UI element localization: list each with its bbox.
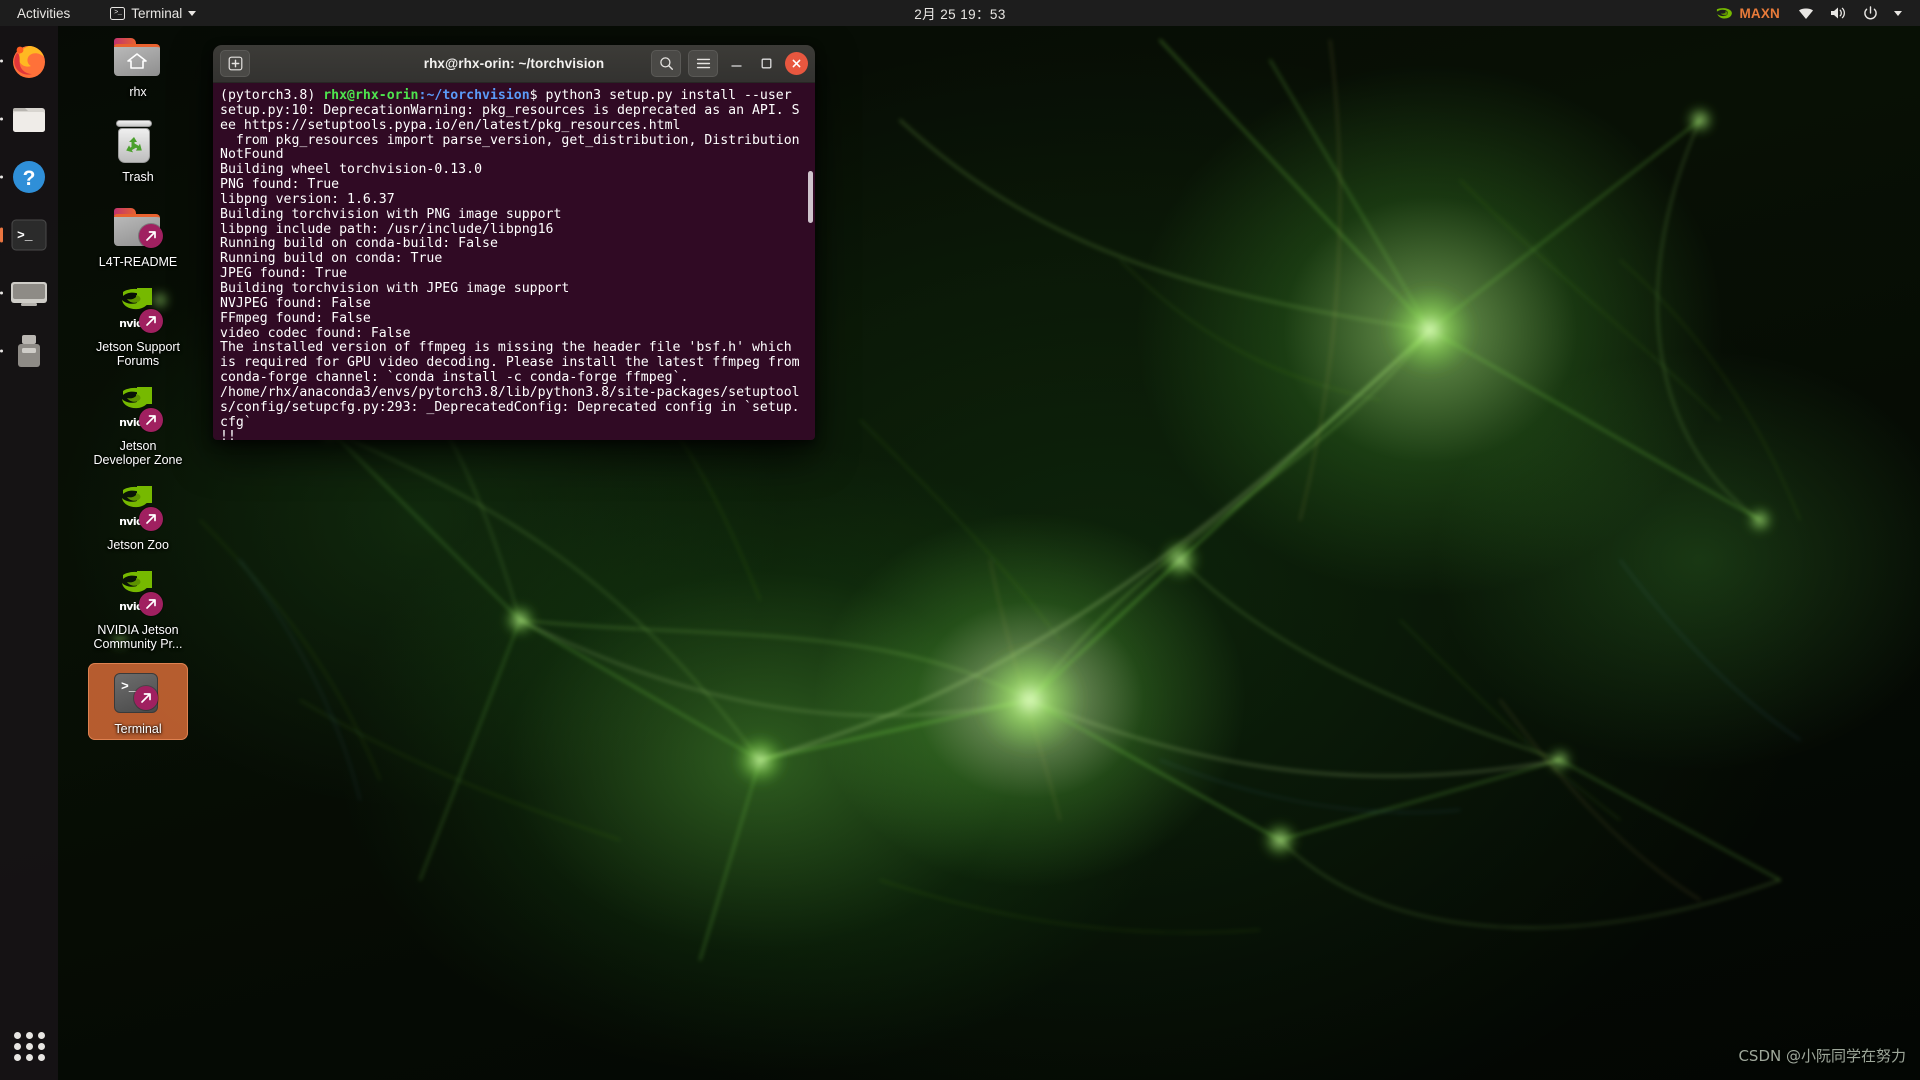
terminal-window[interactable]: rhx@rhx-orin: ~/torchvision (pytorch3.8)… [213, 45, 815, 440]
terminal-output-text: setup.py:10: DeprecationWarning: pkg_res… [220, 102, 800, 440]
link-badge-icon [139, 309, 163, 333]
system-menu-chevron-down-icon[interactable] [1886, 10, 1910, 16]
desktop-icon-jetson-developer-zone[interactable]: nvidia. Jetson Developer Zone [88, 380, 188, 471]
svg-text:?: ? [23, 167, 36, 190]
power-icon[interactable] [1855, 5, 1886, 21]
wifi-icon[interactable] [1790, 7, 1822, 20]
desktop-icon-jetson-support-forums[interactable]: nvidia. Jetson Support Forums [88, 281, 188, 372]
activities-label: Activities [17, 5, 71, 21]
new-tab-button[interactable] [220, 50, 250, 77]
power-mode-label: MAXN [1739, 5, 1780, 21]
desktop-icon-label: Jetson Support Forums [95, 340, 181, 368]
terminal-scrollbar[interactable] [808, 171, 813, 223]
new-tab-icon [228, 56, 242, 71]
prompt-env: (pytorch3.8) [220, 88, 324, 103]
recycle-icon [126, 136, 142, 152]
maximize-icon [761, 58, 772, 69]
hamburger-menu-icon [696, 58, 710, 69]
dock-running-dot [0, 349, 3, 353]
terminal-icon: >_ [110, 6, 126, 20]
dock-item-software[interactable] [0, 270, 52, 316]
link-badge-icon [134, 686, 158, 710]
link-badge-icon [139, 408, 163, 432]
help-icon: ? [13, 161, 45, 193]
maximize-button[interactable] [755, 52, 778, 75]
folder-home-icon [114, 32, 162, 80]
dock-item-files[interactable] [0, 96, 52, 142]
prompt-command: python3 setup.py install --user [545, 88, 792, 103]
dock-item-usb-drive[interactable] [0, 328, 52, 374]
menu-button[interactable] [688, 50, 718, 77]
files-icon [13, 108, 45, 132]
desktop-icon-label: Jetson Zoo [107, 538, 169, 552]
watermark: CSDN @小阮同学在努力 [1738, 1047, 1906, 1065]
trash-icon [114, 117, 162, 165]
search-icon [659, 57, 673, 71]
link-badge-icon [139, 224, 163, 248]
activities-button[interactable]: Activities [8, 0, 79, 26]
link-badge-icon [139, 507, 163, 531]
usb-drive-icon [18, 335, 40, 367]
desktop-icon-label: Terminal [114, 722, 162, 736]
desktop-icon-trash[interactable]: Trash [88, 111, 188, 188]
chevron-down-icon [188, 10, 197, 16]
close-button[interactable] [785, 52, 808, 75]
app-menu-label: Terminal [131, 5, 183, 21]
dock-item-terminal[interactable]: >_ [0, 212, 52, 258]
desktop-icon-label: rhx [129, 85, 147, 99]
svg-text:>_: >_ [17, 228, 33, 243]
terminal-link-icon: >_ [114, 669, 162, 717]
dock-running-dot [0, 291, 3, 295]
desktop-icon-terminal[interactable]: >_ Terminal [88, 663, 188, 740]
terminal-icon: >_ [11, 219, 47, 251]
minimize-icon [731, 65, 742, 67]
nvidia-link-icon: nvidia. [114, 386, 163, 434]
power-mode-indicator[interactable]: MAXN [1705, 6, 1790, 21]
folder-link-icon [114, 202, 163, 250]
top-bar: Activities >_ Terminal 2月 25 19：53 MAXN [0, 0, 1920, 26]
search-button[interactable] [651, 50, 681, 77]
dock: ? >_ [0, 26, 58, 1080]
terminal-titlebar[interactable]: rhx@rhx-orin: ~/torchvision [213, 45, 815, 83]
volume-icon[interactable] [1822, 6, 1855, 20]
nvidia-link-icon: nvidia. [114, 570, 163, 618]
prompt-symbol: $ [529, 88, 546, 103]
prompt-user-host: rhx@rhx-orin [323, 88, 419, 103]
nvidia-link-icon: nvidia. [114, 287, 163, 335]
link-badge-icon [139, 592, 163, 616]
nvidia-logo-icon [1717, 7, 1733, 18]
show-applications-button[interactable] [9, 1026, 49, 1066]
desktop-icon-label: NVIDIA Jetson Community Pr... [93, 623, 183, 651]
clock[interactable]: 2月 25 19：53 [904, 3, 1015, 23]
dock-item-firefox[interactable] [0, 38, 52, 84]
software-icon [11, 282, 47, 306]
desktop-icons: rhx Trash L4T-README nvidia. Jetson Supp… [58, 26, 218, 748]
desktop-icon-label: L4T-README [98, 255, 178, 269]
system-tray: MAXN [1705, 6, 1920, 21]
dock-item-help[interactable]: ? [0, 154, 52, 200]
close-icon [792, 59, 801, 68]
dock-running-dot [0, 59, 3, 63]
desktop-icon-l4t-readme[interactable]: L4T-README [88, 196, 188, 273]
terminal-body[interactable]: (pytorch3.8) rhx@rhx-orin:~/torchvision$… [213, 83, 815, 440]
minimize-button[interactable] [725, 52, 748, 75]
dock-running-dot [0, 117, 3, 121]
dock-running-dot [0, 175, 3, 179]
desktop-icon-jetson-zoo[interactable]: nvidia. Jetson Zoo [88, 479, 188, 556]
prompt-path: :~/torchvision [418, 88, 530, 103]
desktop-icon-nvidia-jetson-community-projects[interactable]: nvidia. NVIDIA Jetson Community Pr... [88, 564, 188, 655]
desktop-icon-label: Jetson Developer Zone [93, 439, 183, 467]
terminal-output: (pytorch3.8) rhx@rhx-orin:~/torchvision$… [216, 88, 815, 440]
desktop-icon-rhx[interactable]: rhx [88, 26, 188, 103]
app-menu-terminal[interactable]: >_ Terminal [101, 0, 205, 26]
desktop-icon-label: Trash [122, 170, 154, 184]
dock-running-dot-active [0, 227, 3, 243]
firefox-icon [13, 46, 45, 78]
nvidia-link-icon: nvidia. [114, 485, 163, 533]
